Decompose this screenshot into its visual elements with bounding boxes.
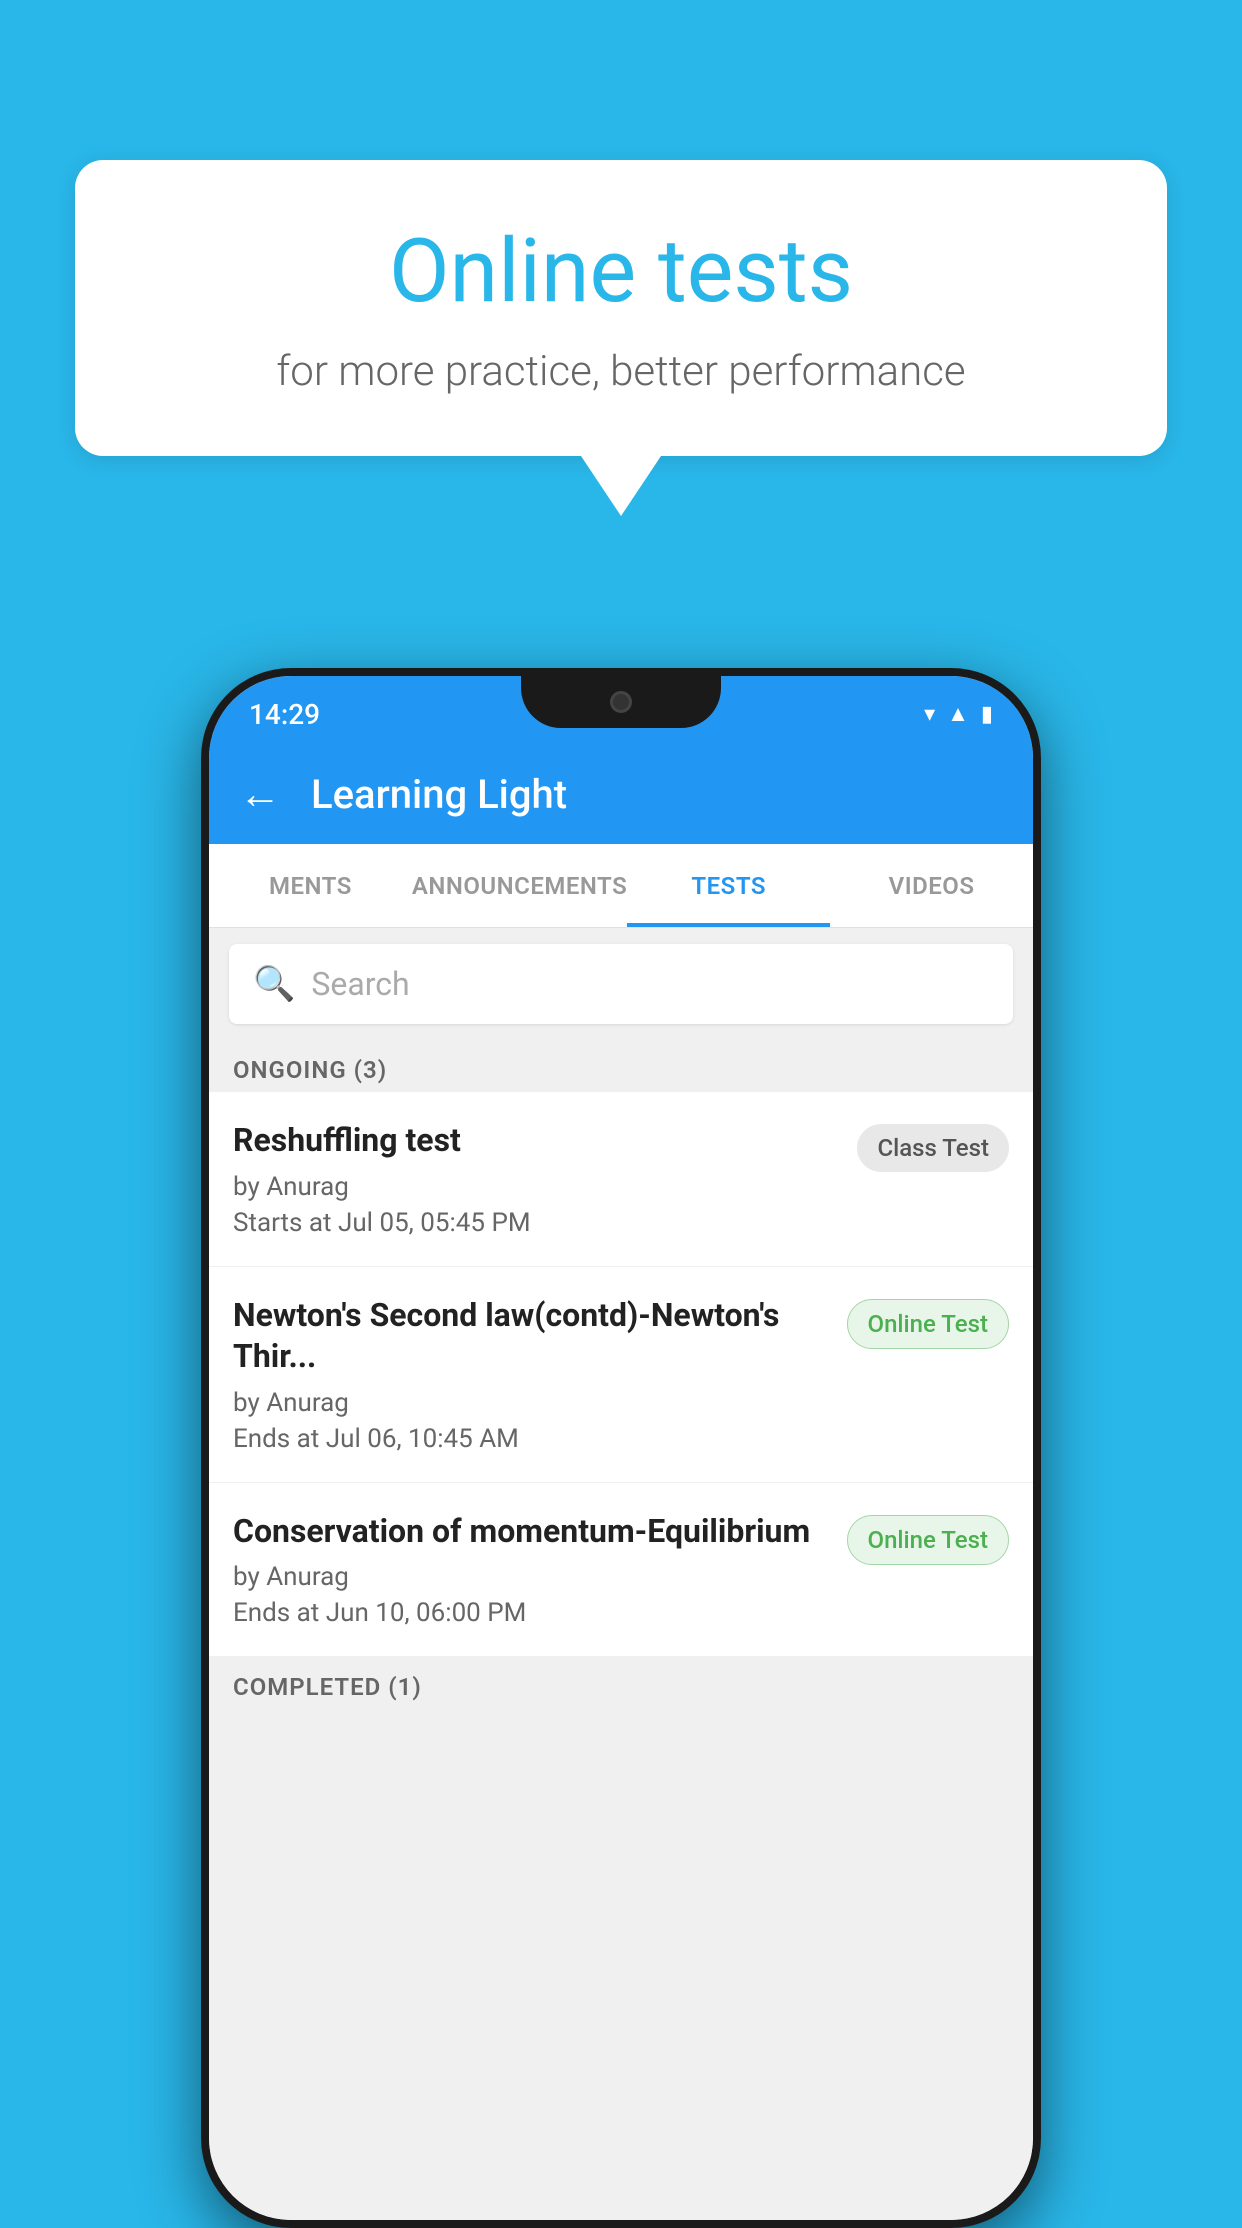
wifi-icon: ▾ [924, 702, 935, 727]
tab-ments[interactable]: MENTS [209, 844, 412, 927]
phone-notch [521, 676, 721, 728]
test-list: Reshuffling test by Anurag Starts at Jul… [209, 1092, 1033, 1657]
camera [610, 691, 632, 713]
search-bar[interactable]: 🔍 Search [229, 944, 1013, 1024]
completed-section-header: COMPLETED (1) [209, 1657, 1033, 1709]
test-badge-3: Online Test [847, 1515, 1009, 1565]
test-name-1: Reshuffling test [233, 1120, 841, 1162]
phone-inner: 14:29 ▾ ▲ ▮ ← Learning Light MENTS ANNOU… [209, 676, 1033, 2220]
test-item-1[interactable]: Reshuffling test by Anurag Starts at Jul… [209, 1092, 1033, 1267]
speech-bubble: Online tests for more practice, better p… [75, 160, 1167, 456]
test-badge-2: Online Test [847, 1299, 1009, 1349]
content-area: 🔍 Search ONGOING (3) Reshuffling test by… [209, 928, 1033, 2220]
app-title: Learning Light [311, 771, 567, 818]
tab-announcements-label: ANNOUNCEMENTS [412, 872, 627, 900]
test-date-1: Starts at Jul 05, 05:45 PM [233, 1208, 841, 1238]
test-date-2: Ends at Jul 06, 10:45 AM [233, 1424, 831, 1454]
tab-ments-label: MENTS [269, 872, 352, 900]
test-info-1: Reshuffling test by Anurag Starts at Jul… [233, 1120, 841, 1238]
test-info-2: Newton's Second law(contd)-Newton's Thir… [233, 1295, 831, 1454]
tab-tests[interactable]: TESTS [627, 844, 830, 927]
tab-tests-label: TESTS [691, 872, 766, 900]
test-name-3: Conservation of momentum-Equilibrium [233, 1511, 831, 1553]
test-badge-1: Class Test [857, 1124, 1009, 1172]
battery-icon: ▮ [981, 702, 993, 727]
signal-icon: ▲ [947, 701, 969, 727]
test-item-2[interactable]: Newton's Second law(contd)-Newton's Thir… [209, 1267, 1033, 1483]
tab-videos-label: VIDEOS [889, 872, 975, 900]
test-date-3: Ends at Jun 10, 06:00 PM [233, 1598, 831, 1628]
tab-bar: MENTS ANNOUNCEMENTS TESTS VIDEOS [209, 844, 1033, 928]
test-author-2: by Anurag [233, 1388, 831, 1418]
back-button[interactable]: ← [239, 770, 281, 819]
speech-bubble-container: Online tests for more practice, better p… [75, 160, 1167, 516]
test-author-3: by Anurag [233, 1562, 831, 1592]
status-icons: ▾ ▲ ▮ [924, 693, 993, 727]
test-info-3: Conservation of momentum-Equilibrium by … [233, 1511, 831, 1629]
search-icon: 🔍 [253, 964, 295, 1004]
test-item-3[interactable]: Conservation of momentum-Equilibrium by … [209, 1483, 1033, 1658]
speech-bubble-title: Online tests [155, 220, 1087, 323]
test-name-2: Newton's Second law(contd)-Newton's Thir… [233, 1295, 831, 1378]
test-author-1: by Anurag [233, 1172, 841, 1202]
status-time: 14:29 [249, 690, 320, 731]
speech-bubble-arrow [581, 456, 661, 516]
ongoing-section-header: ONGOING (3) [209, 1040, 1033, 1092]
search-placeholder: Search [311, 965, 409, 1003]
tab-videos[interactable]: VIDEOS [830, 844, 1033, 927]
speech-bubble-subtitle: for more practice, better performance [155, 347, 1087, 396]
app-bar: ← Learning Light [209, 744, 1033, 844]
tab-announcements[interactable]: ANNOUNCEMENTS [412, 844, 627, 927]
phone-frame: 14:29 ▾ ▲ ▮ ← Learning Light MENTS ANNOU… [201, 668, 1041, 2228]
